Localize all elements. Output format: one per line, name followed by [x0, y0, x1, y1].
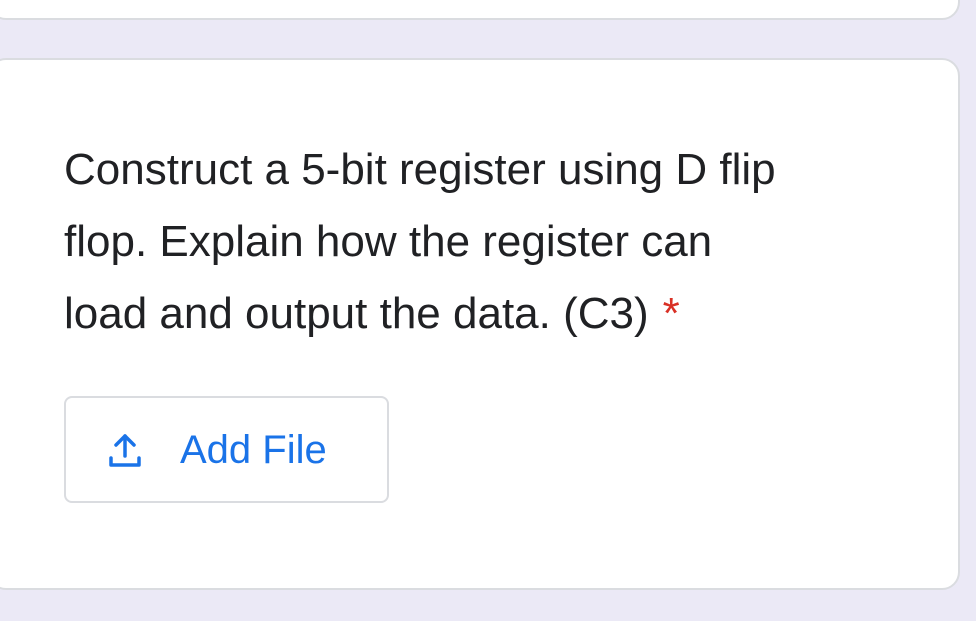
add-file-label: Add File: [180, 427, 327, 472]
required-asterisk: *: [662, 289, 680, 338]
question-line-1: Construct a 5-bit register using D flip: [64, 145, 776, 194]
question-title: Construct a 5-bit register using D flip f…: [64, 134, 924, 350]
previous-question-card: [0, 0, 960, 20]
question-line-2: flop. Explain how the register can: [64, 217, 713, 266]
upload-icon: [108, 432, 142, 468]
question-line-3: load and output the data. (C3): [64, 289, 649, 338]
add-file-button[interactable]: Add File: [64, 396, 389, 503]
